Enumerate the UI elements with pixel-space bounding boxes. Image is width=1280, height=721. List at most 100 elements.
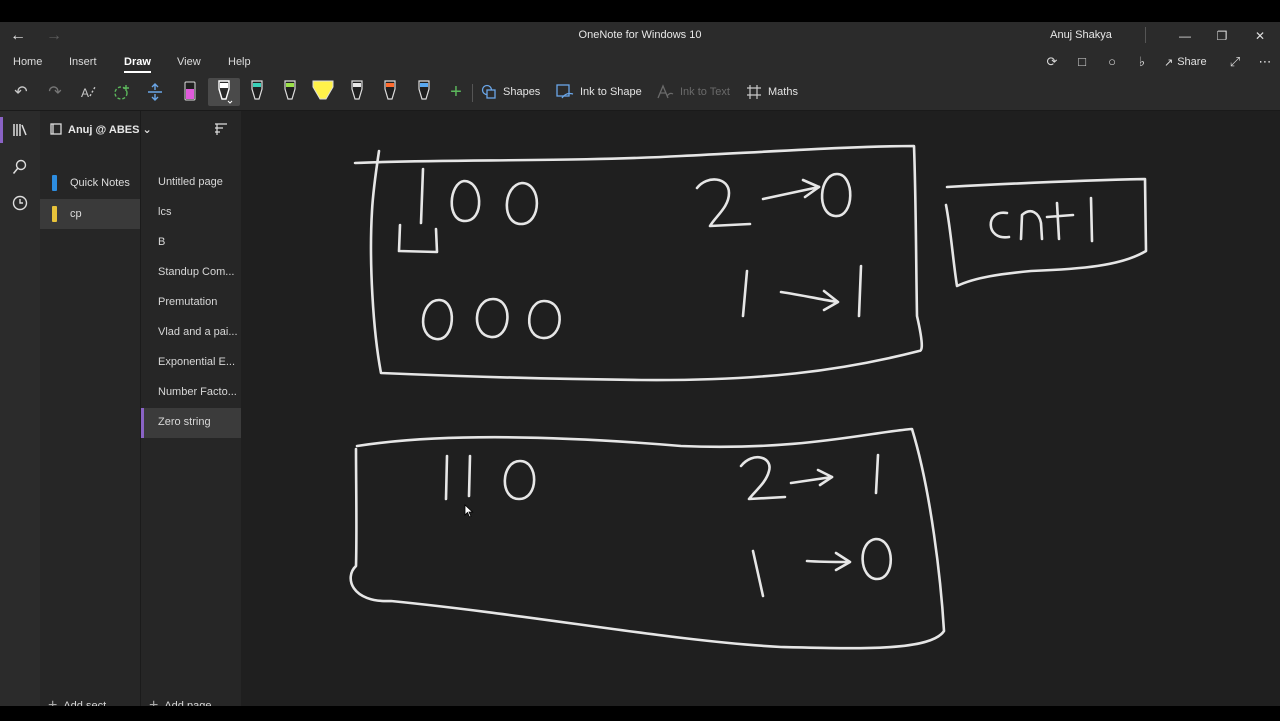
chevron-down-icon: ⌄	[142, 124, 152, 136]
ink-digit-0	[861, 537, 892, 581]
ink-digit-0	[503, 459, 536, 501]
ink-digit-2	[695, 178, 752, 228]
tab-help[interactable]: Help	[228, 56, 251, 68]
ink-to-text-button[interactable]: Ink to Text	[656, 80, 730, 104]
mouse-cursor-icon	[464, 504, 474, 518]
minimize-icon[interactable]: —	[1170, 25, 1200, 47]
page-item[interactable]: Number Facto...	[141, 378, 241, 408]
svg-text:A: A	[81, 86, 89, 100]
pen-green-icon[interactable]	[276, 78, 304, 106]
ink-digit-0	[450, 179, 481, 223]
page-label: Number Facto...	[158, 386, 237, 398]
search-icon[interactable]	[8, 155, 32, 179]
pen-blue-icon[interactable]	[410, 78, 438, 106]
onenote-window: ← → OneNote for Windows 10 Anuj Shakya —…	[0, 22, 1280, 714]
notebook-name: Anuj @ ABES ⌄	[68, 123, 152, 136]
notebook-header[interactable]: Anuj @ ABES ⌄	[40, 111, 240, 147]
restore-icon[interactable]: ❐	[1207, 25, 1237, 47]
page-item-selected[interactable]: Zero string	[141, 408, 244, 438]
section-cp[interactable]: cp	[40, 199, 140, 229]
lightbulb-icon[interactable]: ○	[1101, 52, 1123, 72]
sticky-notes-icon[interactable]: □	[1071, 52, 1093, 72]
ink-digit-0	[475, 297, 509, 339]
redo-icon[interactable]: ↷	[41, 78, 69, 106]
title-bar: ← → OneNote for Windows 10 Anuj Shakya —…	[0, 22, 1280, 50]
share-label: Share	[1177, 56, 1207, 68]
highlighter-yellow-icon[interactable]	[308, 78, 338, 106]
add-pen-icon[interactable]: +	[442, 78, 470, 106]
ink-text-t	[1045, 201, 1075, 241]
page-item[interactable]: B	[141, 228, 241, 258]
section-color-tab	[52, 206, 57, 222]
share-button[interactable]: ↗ Share	[1164, 52, 1207, 72]
add-space-icon[interactable]	[141, 78, 169, 106]
ink-to-shape-button[interactable]: Ink to Shape	[556, 80, 642, 104]
tab-draw[interactable]: Draw	[124, 56, 151, 73]
eraser-add-icon[interactable]	[108, 78, 136, 106]
ink-arrow	[805, 559, 851, 564]
close-icon[interactable]: ✕	[1245, 25, 1275, 47]
page-item[interactable]: Untitled page	[141, 168, 241, 198]
tab-home[interactable]: Home	[13, 56, 42, 68]
shapes-label: Shapes	[503, 86, 541, 98]
bell-icon[interactable]: ♭	[1131, 52, 1153, 72]
ink-digit-0	[421, 298, 454, 341]
fullscreen-icon[interactable]: ⤢	[1224, 52, 1246, 72]
ink-digit-0	[527, 299, 561, 340]
pen-white-selected-icon[interactable]	[208, 78, 240, 106]
ink-to-text-label: Ink to Text	[680, 86, 730, 98]
ink-digit-0	[505, 181, 539, 226]
shapes-button[interactable]: Shapes	[481, 80, 540, 104]
ink-digit-1	[751, 549, 765, 598]
tab-insert[interactable]: Insert	[69, 56, 97, 68]
ribbon-tabs: Home Insert Draw View Help ⟳ □ ○ ♭ ↗ Sha…	[0, 50, 1280, 74]
ink-digit-1	[467, 454, 472, 498]
ink-to-shape-label: Ink to Shape	[580, 86, 642, 98]
user-name[interactable]: Anuj Shakya	[1040, 29, 1122, 41]
section-quick-notes[interactable]: Quick Notes	[40, 168, 140, 198]
recent-notes-icon[interactable]	[8, 191, 32, 215]
bottom-letterbox	[0, 706, 1280, 720]
page-item[interactable]: Exponential E...	[141, 348, 241, 378]
note-canvas[interactable]	[241, 111, 1280, 706]
ink-bracket	[397, 223, 439, 254]
ink-text-1	[1089, 196, 1094, 243]
page-label: Vlad and a pai...	[158, 326, 238, 338]
notebook-name-text: Anuj @ ABES	[68, 124, 140, 136]
page-item[interactable]: Premutation	[141, 288, 241, 318]
page-item[interactable]: lcs	[141, 198, 241, 228]
maths-button[interactable]: Maths	[746, 80, 798, 104]
forward-arrow-icon[interactable]: →	[44, 26, 64, 46]
more-options-icon[interactable]: ⋯	[1254, 52, 1276, 72]
sort-pages-icon[interactable]	[214, 123, 228, 135]
sections-pane: Quick Notes cp + Add sect...	[40, 111, 140, 714]
ink-digit-2	[739, 456, 787, 501]
lasso-select-icon[interactable]: A	[74, 78, 102, 106]
back-arrow-icon[interactable]: ←	[8, 26, 28, 46]
sync-icon[interactable]: ⟳	[1041, 52, 1063, 72]
ink-digit-1	[857, 264, 863, 318]
pen-teal-icon[interactable]	[243, 78, 271, 106]
ink-box-2	[349, 427, 946, 650]
section-label: cp	[70, 208, 82, 220]
navigation-rail	[0, 111, 40, 706]
section-color-tab	[52, 175, 57, 191]
page-item[interactable]: Standup Com...	[141, 258, 241, 288]
section-label: Quick Notes	[70, 177, 130, 189]
tab-view[interactable]: View	[177, 56, 201, 68]
page-label: Standup Com...	[158, 266, 235, 278]
rail-active-indicator	[0, 117, 3, 143]
notebooks-icon[interactable]	[8, 118, 32, 142]
share-icon: ↗	[1164, 56, 1174, 69]
ink-text-n	[1019, 210, 1044, 241]
page-label: lcs	[158, 206, 172, 218]
undo-icon[interactable]: ↶	[7, 78, 35, 106]
pen-pink-icon[interactable]	[176, 78, 204, 106]
pencil-white-icon[interactable]	[343, 78, 371, 106]
shapes-icon	[481, 84, 496, 99]
pen-orange-icon[interactable]	[376, 78, 404, 106]
page-item[interactable]: Vlad and a pai...	[141, 318, 241, 348]
ink-box-1	[353, 144, 924, 382]
ink-digit-1	[419, 167, 425, 225]
window-title: OneNote for Windows 10	[578, 29, 702, 41]
